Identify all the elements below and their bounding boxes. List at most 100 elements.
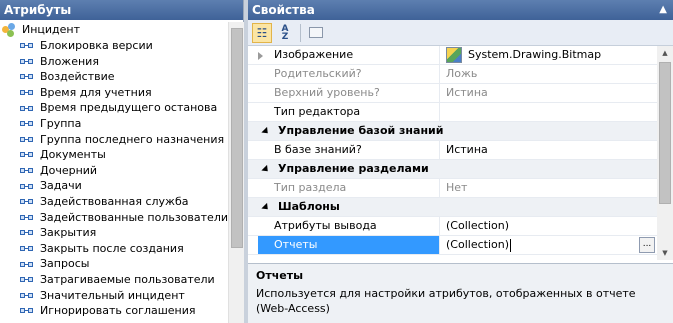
tree-item-label: Закрыть после создания — [40, 241, 184, 255]
property-row[interactable]: Отчеты (Collection)... — [248, 236, 657, 255]
tree-item-label: Время для учетния — [40, 85, 152, 99]
app-root: Атрибуты Инцидент Блокировка версии Вложе… — [0, 0, 673, 323]
tree-item-label: Вложения — [40, 54, 99, 68]
tree-item[interactable]: Значительный инцидент — [0, 288, 228, 304]
attribute-icon — [20, 306, 34, 315]
attributes-scrollbar[interactable] — [228, 22, 244, 323]
property-value: Ложь — [446, 67, 478, 80]
property-category[interactable]: Шаблоны — [248, 198, 657, 217]
attribute-icon — [20, 41, 34, 50]
property-row[interactable]: Атрибуты вывода (Collection) — [248, 217, 657, 236]
attribute-icon — [20, 150, 34, 159]
tree-item-label: Задачи — [40, 179, 82, 193]
property-value-cell[interactable]: Ложь — [440, 65, 657, 83]
properties-panel-title: Свойства — [252, 3, 315, 17]
attribute-icon — [20, 119, 34, 128]
attributes-scrollbar-thumb[interactable] — [231, 28, 243, 248]
expand-arrow-icon[interactable] — [258, 52, 263, 60]
description-text: Используется для настройки атрибутов, от… — [256, 287, 636, 315]
tree-item-label: Документы — [40, 148, 106, 162]
property-grid-scrollbar[interactable]: ▲ ▼ — [657, 46, 673, 260]
property-value-cell[interactable]: Нет — [440, 179, 657, 197]
property-name: Тип раздела — [258, 179, 440, 197]
scroll-down-icon[interactable]: ▼ — [657, 246, 673, 260]
tree-item[interactable]: Задачи — [0, 178, 228, 194]
collapse-arrow-icon[interactable] — [261, 202, 271, 212]
double-chevron-up-icon[interactable]: ▲ — [659, 0, 667, 20]
collapse-arrow-icon[interactable] — [261, 126, 271, 136]
tree-item[interactable]: Задействованные пользователи — [0, 210, 228, 226]
attributes-panel-header: Атрибуты — [0, 0, 243, 20]
tree-item[interactable]: Игнорировать соглашения — [0, 303, 228, 319]
tree-item[interactable]: Документы — [0, 147, 228, 163]
collapse-arrow-icon[interactable] — [261, 164, 271, 174]
property-value: (Collection) — [446, 238, 509, 251]
property-category[interactable]: Управление базой знаний — [248, 122, 657, 141]
attributes-tree: Инцидент Блокировка версии Вложения Воздей… — [0, 22, 228, 323]
attribute-icon — [20, 57, 34, 66]
property-value-cell[interactable]: (Collection) — [440, 236, 657, 254]
property-row[interactable]: Верхний уровень? Истина — [248, 84, 657, 103]
tree-item[interactable]: Вложения — [0, 54, 228, 70]
property-value-cell[interactable]: (Collection) — [440, 217, 657, 235]
tree-item[interactable]: Запросы — [0, 256, 228, 272]
property-row[interactable]: Тип раздела Нет — [248, 179, 657, 198]
tree-root-item[interactable]: Инцидент — [0, 22, 228, 38]
property-value: (Collection) — [446, 219, 509, 232]
tree-item[interactable]: Группа — [0, 116, 228, 132]
tree-item[interactable]: Группа последнего назначения — [0, 132, 228, 148]
property-row[interactable]: Изображение System.Drawing.Bitmap — [248, 46, 657, 65]
toolbar-separator — [300, 23, 301, 42]
tree-item-label: Закрытия — [40, 226, 97, 240]
categorized-button[interactable]: ☷ — [252, 22, 272, 43]
tree-item[interactable]: Дочерний — [0, 163, 228, 179]
tree-item-label: Блокировка версии — [40, 39, 153, 52]
attribute-icon — [20, 72, 34, 81]
property-name: Тип редактора — [258, 103, 440, 121]
categorized-icon: ☷ — [256, 25, 268, 40]
property-value: Истина — [446, 143, 488, 156]
property-value-cell[interactable]: System.Drawing.Bitmap — [440, 46, 657, 64]
attribute-icon — [20, 166, 34, 175]
properties-toolbar: ☷ AZ — [248, 20, 673, 46]
property-row[interactable]: Тип редактора — [248, 103, 657, 122]
category-name: Управление разделами — [278, 162, 429, 175]
attribute-icon — [20, 104, 34, 113]
property-row[interactable]: В базе знаний? Истина — [248, 141, 657, 160]
property-name: Изображение — [258, 46, 440, 64]
tree-item[interactable]: Время предыдущего останова — [0, 100, 228, 116]
property-category[interactable]: Управление разделами — [248, 160, 657, 179]
property-value-cell[interactable]: Истина — [440, 141, 657, 159]
property-grid: Изображение System.Drawing.Bitmap Родитель… — [248, 46, 657, 260]
sort-az-icon: AZ — [281, 23, 289, 42]
tree-item[interactable]: Задействованная служба — [0, 194, 228, 210]
property-name: Отчеты — [258, 236, 440, 254]
tree-item[interactable]: Блокировка версии — [0, 38, 228, 54]
property-value: Истина — [446, 86, 488, 99]
attributes-panel-title: Атрибуты — [4, 3, 72, 17]
tree-item[interactable]: Закрытия — [0, 225, 228, 241]
properties-panel-header: Свойства ▲ — [248, 0, 673, 20]
property-name: Родительский? — [258, 65, 440, 83]
description-title: Отчеты — [256, 269, 304, 282]
category-label: Управление базой знаний — [258, 122, 443, 140]
property-row[interactable]: Родительский? Ложь — [248, 65, 657, 84]
alphabetical-button[interactable]: AZ — [275, 23, 295, 43]
ellipsis-button[interactable]: ... — [639, 237, 655, 253]
tree-item[interactable]: Воздействие — [0, 69, 228, 85]
tree-item[interactable]: Затрагиваемые пользователи — [0, 272, 228, 288]
tree-item[interactable]: Закрыть после создания — [0, 241, 228, 257]
tree-item-label: Группа последнего назначения — [40, 132, 225, 146]
tree-item[interactable]: Время для учетния — [0, 85, 228, 101]
property-value-cell[interactable]: Истина — [440, 84, 657, 102]
class-icon — [2, 23, 16, 37]
property-grid-scrollbar-thumb[interactable] — [659, 62, 671, 204]
property-value-cell[interactable] — [440, 103, 657, 121]
attribute-icon — [20, 88, 34, 97]
scroll-up-icon[interactable]: ▲ — [657, 46, 673, 60]
category-name: Управление базой знаний — [278, 124, 444, 137]
property-pages-button[interactable] — [306, 23, 326, 43]
tree-root-label: Инцидент — [22, 23, 81, 36]
tree-item-label: Задействованные пользователи — [39, 210, 228, 224]
attribute-icon — [20, 244, 34, 253]
